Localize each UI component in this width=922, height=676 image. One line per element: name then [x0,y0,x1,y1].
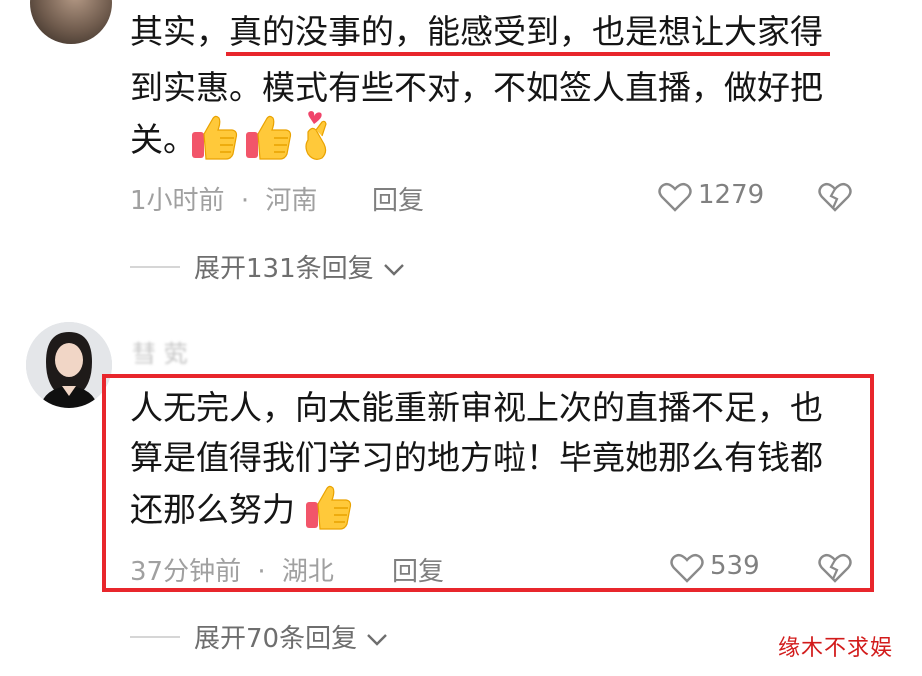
comment1-line1-part2: 真的没事的，能感受到，也是想让大家得 [229,12,823,51]
comment1-meta: 1小时前 · 河南 [130,180,317,217]
comment1-line3: 关。 [130,112,196,168]
expand-divider [130,636,180,638]
comment2-time: 37分钟前 [130,557,242,587]
heart-outline-icon[interactable] [658,182,692,212]
thumbs-up-emoji [192,115,238,160]
highlight-underline [226,52,830,56]
heart-outline-icon[interactable] [670,553,704,583]
broken-heart-icon[interactable] [818,182,852,212]
comment2-reply-button[interactable]: 回复 [392,551,444,588]
comment1-reply-button[interactable]: 回复 [372,180,424,217]
comment1-time: 1小时前 [130,186,225,216]
avatar-comment2[interactable] [26,322,112,408]
comment1-line2: 到实惠。模式有些不对，不如签人直播，做好把 [130,68,823,107]
thumbs-up-emoji [246,115,292,160]
comment1-line3-text: 关。 [130,120,196,159]
comment2-expand-replies[interactable]: 展开70条回复 [194,618,389,655]
comment1-expand-label: 展开131条回复 [194,254,374,284]
comment1-location: 河南 [265,186,318,216]
expand-divider [130,266,180,268]
comment2-expand-label: 展开70条回复 [194,624,358,654]
meta-separator: · [257,557,266,587]
comment2-line1: 人无完人，向太能重新审视上次的直播不足，也 [130,388,823,427]
comment1-expand-replies[interactable]: 展开131条回复 [194,248,406,285]
meta-separator: · [240,186,250,216]
comment2-username[interactable]: 彗 䒯 [132,334,188,369]
broken-heart-icon[interactable] [818,553,852,583]
comment2-line3-text: 还那么努力 [130,490,295,529]
comment2-line2: 算是值得我们学习的地方啦！毕竟她那么有钱都 [130,438,823,477]
comment2-like-count: 539 [710,551,760,581]
finger-heart-emoji [305,111,327,160]
comment2-location: 湖北 [281,557,334,587]
thumbs-up-emoji [306,485,352,530]
comment2-line3: 还那么努力 [130,482,295,538]
avatar-comment1[interactable] [30,0,112,44]
watermark: 缘木不求娱 [778,636,894,661]
chevron-down-icon [384,263,404,276]
comment1-like-count: 1279 [698,180,765,210]
person-avatar-icon [26,322,112,408]
comment1-line1-part1: 其实， [130,12,229,51]
comment2-meta: 37分钟前 · 湖北 [130,551,334,588]
chevron-down-icon [367,633,388,646]
